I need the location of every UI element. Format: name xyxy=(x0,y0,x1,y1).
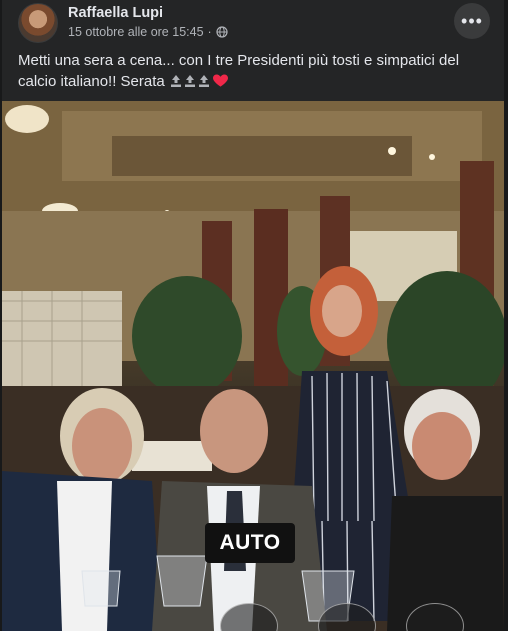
post-caption: Metti una sera a cena... con I tre Presi… xyxy=(18,50,490,92)
more-options-button[interactable]: ••• xyxy=(454,3,490,39)
auto-enhance-badge[interactable]: AUTO xyxy=(205,523,295,563)
top-arrow-emoji xyxy=(184,75,195,87)
auto-label: AUTO xyxy=(219,531,281,554)
caption-line-1: Metti una sera a cena... con I tre Presi… xyxy=(18,52,460,69)
caption-line-2: calcio italiano!! Serata xyxy=(18,73,165,90)
top-arrow-emoji xyxy=(170,75,181,87)
globe-icon[interactable] xyxy=(216,26,228,38)
red-heart-emoji xyxy=(212,74,228,87)
author-name[interactable]: Raffaella Lupi xyxy=(68,5,163,21)
post-meta: 15 ottobre alle ore 15:45 · xyxy=(68,25,228,39)
meta-separator: · xyxy=(207,25,212,39)
top-arrow-emoji xyxy=(198,75,209,87)
post-timestamp[interactable]: 15 ottobre alle ore 15:45 xyxy=(68,25,204,39)
post-photo[interactable]: AUTO xyxy=(2,101,504,631)
facebook-post: Raffaella Lupi 15 ottobre alle ore 15:45… xyxy=(2,0,504,631)
post-header: Raffaella Lupi 15 ottobre alle ore 15:45… xyxy=(16,3,490,43)
more-options-icon: ••• xyxy=(461,10,483,31)
avatar[interactable] xyxy=(18,3,58,43)
